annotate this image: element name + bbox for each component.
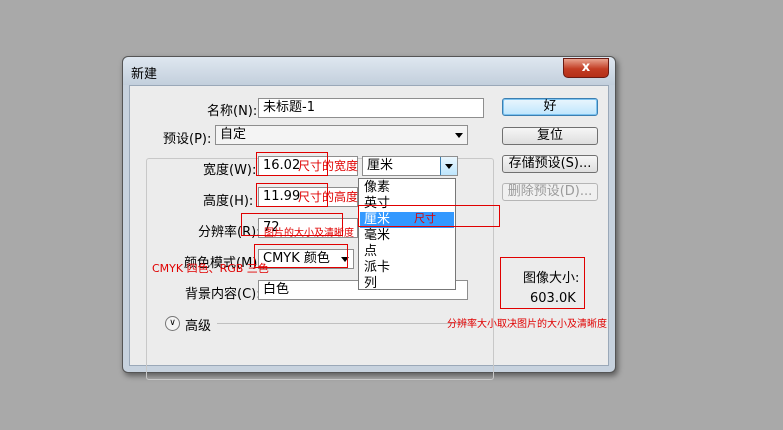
image-size-annotation-text: 分辨率大小取决图片的大小及清晰度 xyxy=(447,319,607,330)
unit-option[interactable]: 毫米 xyxy=(360,228,454,244)
ok-button[interactable]: 好 xyxy=(502,98,598,116)
unit-option[interactable]: 点 xyxy=(360,244,454,260)
preset-select[interactable]: 自定 xyxy=(215,125,468,145)
width-annotation-text: 尺寸的宽度 xyxy=(298,159,359,173)
width-unit-value: 厘米 xyxy=(367,158,394,173)
reset-button[interactable]: 复位 xyxy=(502,127,598,145)
color-mode-annotation-text: CMYK 四色、RGB 三色 xyxy=(152,262,269,275)
preset-value: 自定 xyxy=(220,127,247,142)
expand-advanced-icon[interactable]: ∨ xyxy=(165,316,180,331)
chevron-down-icon xyxy=(455,133,463,138)
unit-option[interactable]: 派卡 xyxy=(360,260,454,276)
close-icon: x xyxy=(581,60,591,75)
unit-dropdown-list: 像素 英寸 厘米 毫米 点 派卡 列 xyxy=(358,178,456,292)
width-label: 宽度(W): xyxy=(203,163,257,178)
background-value: 白色 xyxy=(263,282,290,297)
preset-label: 预设(P): xyxy=(160,128,215,147)
image-size-annotation-box xyxy=(500,257,585,309)
width-unit-select[interactable]: 厘米 xyxy=(362,156,458,176)
dropdown-button[interactable] xyxy=(440,157,457,175)
height-annotation-text: 尺寸的高度 xyxy=(298,190,359,204)
dialog-title: 新建 xyxy=(131,67,158,82)
advanced-divider xyxy=(217,323,467,324)
delete-preset-button: 删除预设(D)... xyxy=(502,183,598,201)
background-label: 背景内容(C): xyxy=(185,287,261,302)
name-input[interactable]: 未标题-1 xyxy=(258,98,484,118)
name-label: 名称(N): xyxy=(207,104,258,119)
unit-option[interactable]: 像素 xyxy=(360,180,454,196)
height-label: 高度(H): xyxy=(203,194,254,209)
advanced-label: 高级 xyxy=(185,319,212,334)
chevron-down-icon xyxy=(445,164,453,169)
resolution-annotation-text: 图片的大小及清晰度 xyxy=(264,228,354,239)
title-bar[interactable]: 新建 x xyxy=(123,57,615,85)
close-button[interactable]: x xyxy=(563,58,609,78)
save-preset-button[interactable]: 存储预设(S)... xyxy=(502,155,598,173)
unit-annotation-text: 尺寸 xyxy=(414,212,436,225)
unit-option[interactable]: 列 xyxy=(360,276,454,292)
